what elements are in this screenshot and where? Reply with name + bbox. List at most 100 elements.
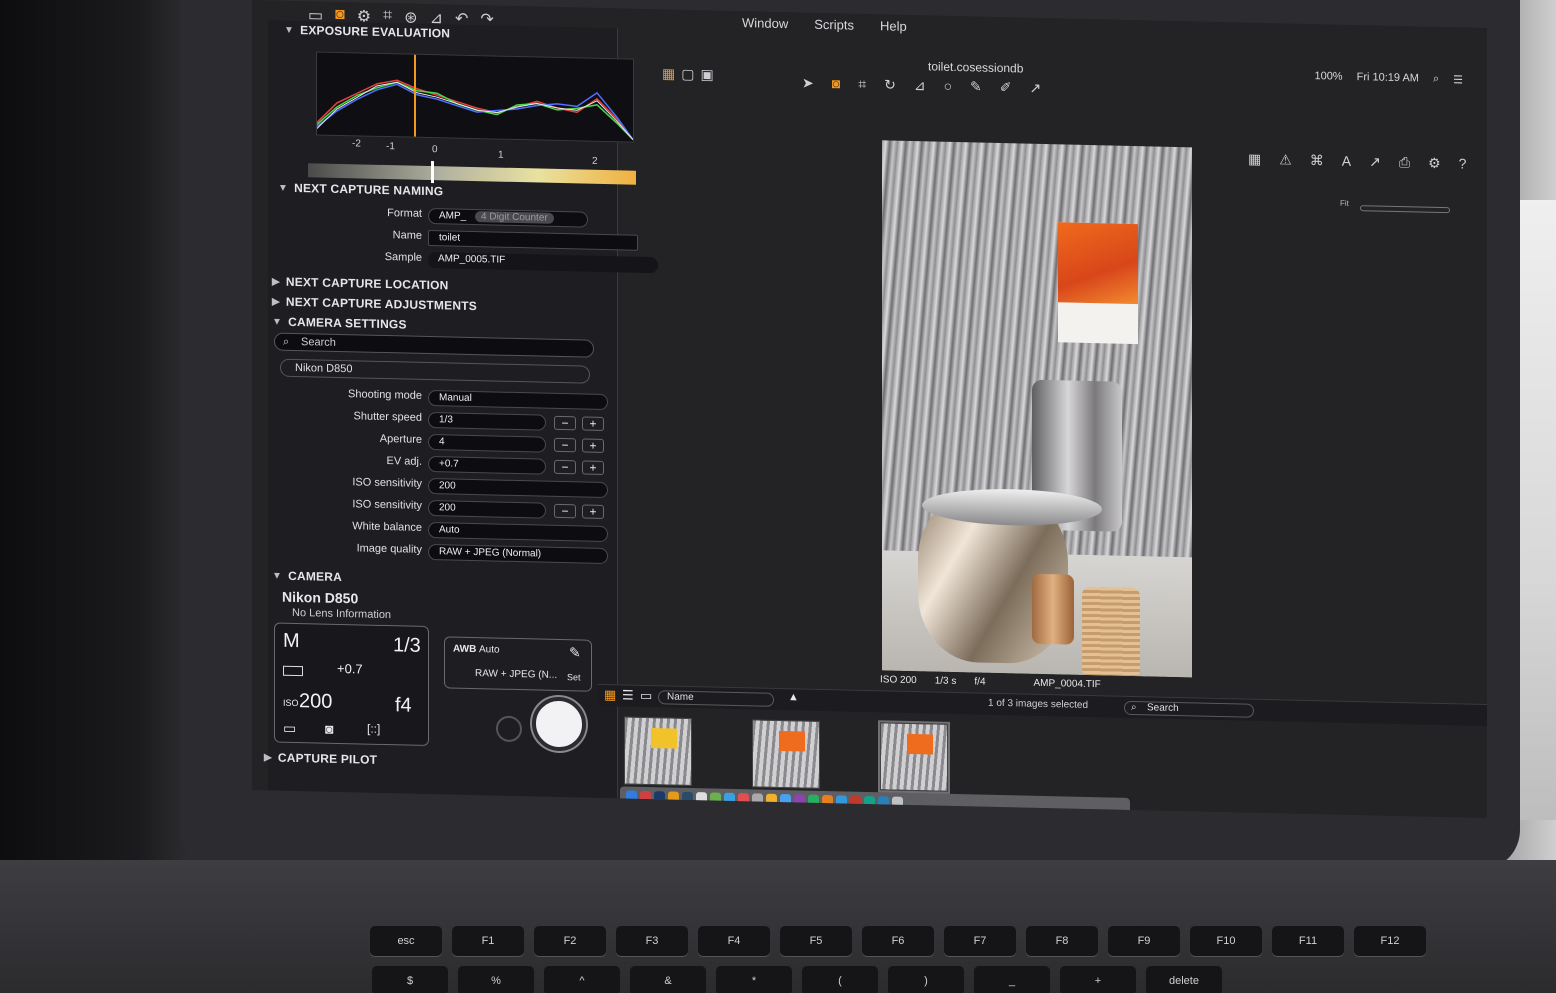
ev-marker (431, 161, 434, 184)
key: ) (888, 966, 964, 993)
grid-view-icon[interactable]: ▦ (662, 65, 675, 82)
camera-settings-search[interactable]: ⌕ Search (274, 332, 594, 358)
shooting-mode-select[interactable]: Manual (428, 389, 608, 411)
name-field[interactable]: toilet (428, 229, 638, 251)
capture-pilot-header[interactable]: ▶ CAPTURE PILOT (264, 750, 377, 767)
print-icon[interactable]: ⎙ (1399, 154, 1410, 171)
minus-button[interactable]: − (554, 503, 576, 519)
menu-window[interactable]: Window (742, 15, 788, 31)
layout-icons: ▦ ▢ ▣ (662, 65, 714, 83)
undo-icon[interactable]: ↶ (455, 9, 468, 29)
shutter-text: 1/3 (393, 634, 421, 657)
gear-icon[interactable]: ⚙ (1428, 155, 1441, 172)
viewer-right-tools: ▦ ⚠ ⌘ A ↗ ⎙ ⚙ ? (1248, 151, 1466, 173)
shutter-speed-select[interactable]: 1/3 (428, 411, 546, 431)
chevron-down-icon: ▼ (278, 182, 289, 194)
list-browser-icon[interactable]: ☰ (622, 687, 634, 703)
brush-icon[interactable]: ✎ (970, 78, 982, 95)
menu-scripts[interactable]: Scripts (814, 16, 854, 32)
menu-help[interactable]: Help (880, 18, 907, 34)
iso-select[interactable]: 200 (428, 477, 608, 499)
eyedropper-icon[interactable]: ✎ (569, 644, 581, 661)
arrow-icon[interactable]: ↗ (1030, 80, 1042, 97)
image-bin-small (1032, 573, 1074, 645)
grid-browser-icon[interactable]: ▦ (604, 687, 616, 703)
key: F1 (452, 926, 524, 956)
screen-icon[interactable]: ▭ (283, 720, 296, 737)
thumbnail[interactable] (878, 720, 950, 794)
shutter-caption: 1/3 s (934, 675, 957, 687)
grid-overlay-icon[interactable]: ▦ (1248, 151, 1261, 168)
key: F11 (1272, 926, 1344, 956)
filmstrip-icon[interactable]: ▭ (640, 688, 652, 704)
ev-label: -2 (352, 138, 361, 150)
camera-model[interactable]: Nikon D850 (282, 589, 358, 607)
ev-text: +0.7 (337, 660, 363, 677)
key: delete (1146, 966, 1222, 993)
key: ^ (544, 966, 620, 993)
iso-stepper[interactable]: 200 (428, 499, 546, 519)
plus-button[interactable]: + (582, 438, 604, 453)
camera-icon[interactable]: ◙ (832, 75, 840, 92)
browser-search[interactable]: ⌕ Search (1124, 700, 1254, 718)
minus-button[interactable]: − (554, 415, 576, 431)
cursor-tools: ➤ ◙ ⌗ ↻ ⊿ ○ ✎ ✐ ↗ (802, 74, 1041, 96)
format-field[interactable]: AMP_ 4 Digit Counter (428, 207, 588, 228)
laptop-screen: Window Scripts Help 100% Fri 10:19 AM ⌕ … (252, 0, 1487, 819)
set-label[interactable]: Set (567, 672, 581, 682)
plus-button[interactable]: + (582, 416, 604, 431)
help-icon[interactable]: ? (1459, 155, 1467, 172)
minus-button[interactable]: − (554, 459, 576, 475)
counter-token[interactable]: 4 Digit Counter (475, 211, 554, 224)
artwork-orange (1058, 222, 1138, 305)
plus-button[interactable]: + (582, 504, 604, 519)
keystone-icon[interactable]: ⊿ (914, 77, 926, 94)
search-icon: ⌕ (283, 335, 290, 348)
ev-label: 1 (498, 149, 504, 161)
meter-icon[interactable]: ◙ (325, 721, 333, 737)
plus-button[interactable]: + (582, 460, 604, 475)
zoom-slider[interactable] (1360, 205, 1450, 214)
chevron-right-icon: ▶ (272, 295, 280, 308)
ev-adj-select[interactable]: +0.7 (428, 455, 546, 475)
aperture-text: f4 (395, 694, 412, 717)
key: F2 (534, 926, 606, 956)
ev-label: -1 (386, 141, 395, 153)
camera-settings-header[interactable]: ▼ CAMERA SETTINGS (272, 314, 407, 332)
image-quality-select[interactable]: RAW + JPEG (Normal) (428, 543, 608, 565)
thumbnail[interactable] (752, 719, 820, 789)
redo-icon[interactable]: ↷ (480, 9, 493, 29)
key: & (630, 966, 706, 993)
sort-direction-icon[interactable]: ▲ (788, 691, 799, 703)
white-balance-select[interactable]: Auto (428, 521, 608, 543)
next-capture-location-header[interactable]: ▶ NEXT CAPTURE LOCATION (272, 274, 449, 293)
crop-icon[interactable]: ⌗ (858, 76, 866, 93)
capture-button[interactable] (532, 696, 586, 752)
camera-header[interactable]: ▼ CAMERA (272, 568, 342, 584)
next-capture-naming-header[interactable]: ▼ NEXT CAPTURE NAMING (278, 181, 443, 198)
minus-button[interactable]: − (554, 437, 576, 453)
viewer-image[interactable] (882, 140, 1192, 678)
move-icon[interactable]: ↗ (1369, 153, 1381, 170)
rotate-icon[interactable]: ↻ (884, 76, 896, 93)
camera-device-select[interactable]: Nikon D850 (280, 358, 590, 384)
sort-select[interactable]: Name (658, 690, 774, 707)
lens-info: No Lens Information (292, 606, 392, 622)
spot-icon[interactable]: ○ (944, 78, 952, 95)
next-capture-adjustments-header[interactable]: ▶ NEXT CAPTURE ADJUSTMENTS (272, 294, 477, 313)
picker-icon[interactable]: ✐ (1000, 79, 1012, 96)
compare-view-icon[interactable]: ▣ (700, 66, 713, 83)
warning-icon[interactable]: ⚠ (1279, 151, 1292, 168)
af-icon[interactable]: [::] (367, 722, 380, 736)
pointer-icon[interactable]: ➤ (802, 74, 814, 91)
focus-icon[interactable]: ⌘ (1310, 152, 1324, 169)
single-view-icon[interactable]: ▢ (681, 66, 694, 83)
thumbnail[interactable] (624, 716, 692, 786)
exposure-evaluation-header[interactable]: ▼ EXPOSURE EVALUATION (284, 23, 450, 40)
mode-text: M (283, 629, 300, 653)
annotate-icon[interactable]: A (1342, 153, 1351, 170)
awb-icon: AWB (453, 643, 477, 656)
function-key-row: esc F1 F2 F3 F4 F5 F6 F7 F8 F9 F10 F11 F… (370, 926, 1426, 956)
aperture-select[interactable]: 4 (428, 433, 546, 453)
live-view-button[interactable] (496, 715, 522, 743)
